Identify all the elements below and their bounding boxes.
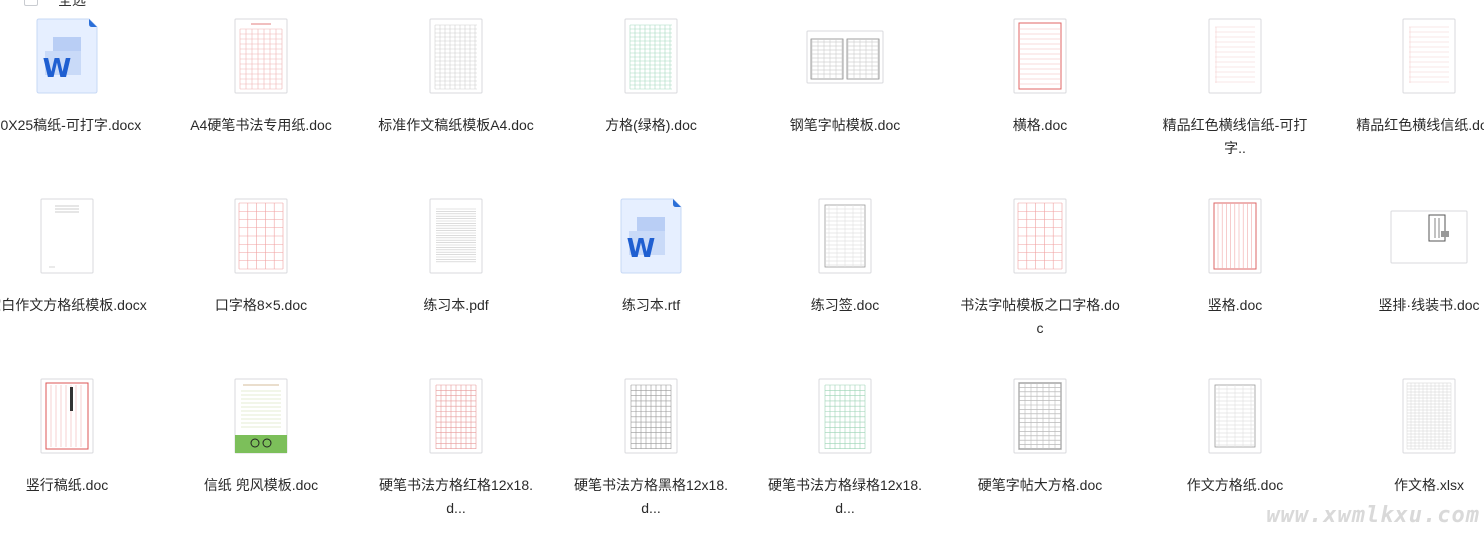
file-name-label: 硬笔字帖大方格.doc	[977, 477, 1103, 493]
file-thumbnail	[1000, 17, 1080, 97]
file-item[interactable]: 硬笔书法方格黑格12x18.d...	[566, 377, 736, 542]
file-thumbnail	[805, 377, 885, 457]
file-thumbnail	[221, 377, 301, 457]
file-thumbnail	[611, 17, 691, 97]
file-name-label: 练习签.doc	[810, 297, 880, 313]
file-item[interactable]: 硬笔字帖大方格.doc	[955, 377, 1125, 542]
file-thumbnail	[1000, 377, 1080, 457]
svg-text:W: W	[43, 54, 72, 84]
file-thumbnail	[1195, 17, 1275, 97]
file-item[interactable]: 竖格.doc	[1150, 197, 1320, 362]
file-name-label: A4硬笔书法专用纸.doc	[190, 117, 332, 133]
file-item[interactable]: 硬笔书法方格绿格12x18.d...	[760, 377, 930, 542]
file-thumbnail	[1195, 377, 1275, 457]
file-name-label: 作文格.xlsx	[1394, 477, 1464, 493]
file-name-label: 信纸 兜风模板.doc	[203, 477, 319, 493]
file-item[interactable]: 竖排·线装书.doc	[1344, 197, 1484, 362]
file-item[interactable]: 精品红色横线信纸-可打字..	[1150, 17, 1320, 182]
file-name-label: 作文方格纸.doc	[1186, 477, 1284, 493]
file-name-label: 精品红色横线信纸-可打字..	[1162, 117, 1308, 156]
file-item[interactable]: A4硬笔书法专用纸.doc	[176, 17, 346, 182]
file-name-label: 硬笔书法方格绿格12x18.d...	[767, 477, 923, 516]
file-name-label: 空白作文方格纸模板.docx	[0, 297, 147, 313]
file-name-label: 竖行稿纸.doc	[25, 477, 109, 493]
file-item[interactable]: 精品红色横线信纸.docx	[1344, 17, 1484, 182]
file-item[interactable]: 方格(绿格).doc	[566, 17, 736, 182]
file-name-label: 硬笔书法方格黑格12x18.d...	[573, 477, 729, 516]
file-item[interactable]: 口字格8×5.doc	[176, 197, 346, 362]
file-item[interactable]: W 20X25稿纸-可打字.docx	[0, 17, 152, 182]
file-thumbnail	[805, 17, 885, 97]
file-thumbnail	[416, 197, 496, 277]
file-name-label: 20X25稿纸-可打字.docx	[0, 117, 142, 133]
file-item[interactable]: 竖行稿纸.doc	[0, 377, 152, 542]
file-name-label: 书法字帖模板之口字格.doc	[960, 297, 1120, 336]
file-thumbnail	[27, 197, 107, 277]
file-thumbnail	[27, 377, 107, 457]
file-item[interactable]: 钢笔字帖模板.doc	[760, 17, 930, 182]
file-thumbnail	[805, 197, 885, 277]
file-item[interactable]: 横格.doc	[955, 17, 1125, 182]
file-name-label: 口字格8×5.doc	[214, 297, 308, 313]
file-item[interactable]: 书法字帖模板之口字格.doc	[955, 197, 1125, 362]
file-name-label: 标准作文稿纸模板A4.doc	[378, 117, 534, 133]
file-item[interactable]: 练习本.pdf	[371, 197, 541, 362]
file-thumbnail	[416, 17, 496, 97]
file-name-label: 硬笔书法方格红格12x18.d...	[378, 477, 534, 516]
file-name-label: 竖格.doc	[1207, 297, 1263, 313]
file-thumbnail	[1389, 197, 1469, 277]
file-name-label: 横格.doc	[1012, 117, 1068, 133]
file-name-label: 练习本.pdf	[423, 297, 489, 313]
word-file-icon: W	[611, 197, 691, 277]
file-thumbnail	[221, 17, 301, 97]
file-name-label: 钢笔字帖模板.doc	[789, 117, 901, 133]
file-item[interactable]: W 练习本.rtf	[566, 197, 736, 362]
file-grid: W 20X25稿纸-可打字.docx A4硬笔书法专用纸.doc 标准作文稿纸模板A4…	[0, 0, 1484, 530]
file-name-label: 练习本.rtf	[621, 297, 681, 313]
file-thumbnail	[1000, 197, 1080, 277]
file-name-label: 方格(绿格).doc	[605, 117, 697, 133]
file-name-label: 竖排·线装书.doc	[1378, 297, 1480, 313]
file-thumbnail	[416, 377, 496, 457]
svg-text:W: W	[627, 234, 656, 264]
word-file-icon: W	[27, 17, 107, 97]
file-thumbnail	[1389, 377, 1469, 457]
file-thumbnail	[1389, 17, 1469, 97]
file-item[interactable]: 练习签.doc	[760, 197, 930, 362]
file-thumbnail	[1195, 197, 1275, 277]
file-item[interactable]: 空白作文方格纸模板.docx	[0, 197, 152, 362]
file-item[interactable]: 信纸 兜风模板.doc	[176, 377, 346, 542]
file-name-label: 精品红色横线信纸.docx	[1356, 117, 1484, 133]
file-thumbnail	[221, 197, 301, 277]
file-item[interactable]: 标准作文稿纸模板A4.doc	[371, 17, 541, 182]
watermark-text: www.xwmlkxu.com	[1266, 503, 1480, 528]
file-item[interactable]: 硬笔书法方格红格12x18.d...	[371, 377, 541, 542]
file-thumbnail	[611, 377, 691, 457]
